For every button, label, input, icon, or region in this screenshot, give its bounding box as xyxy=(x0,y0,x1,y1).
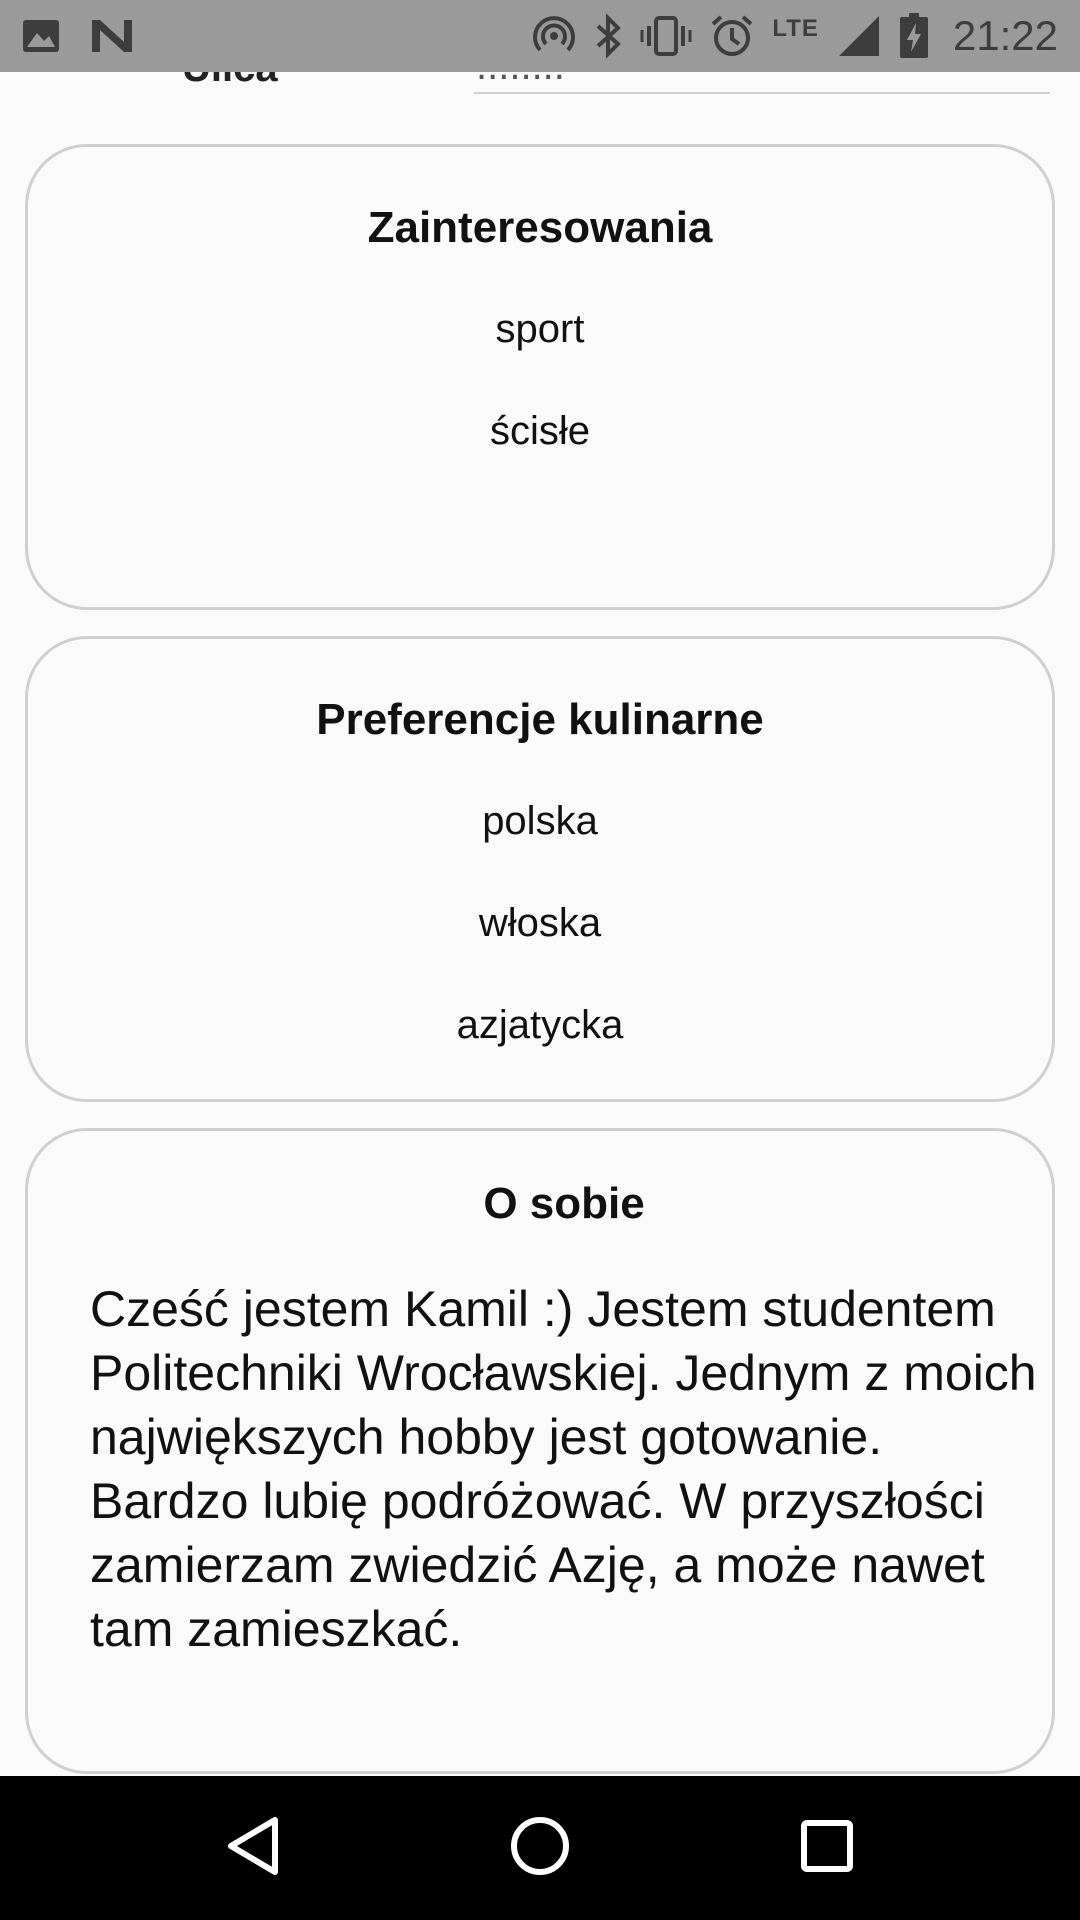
image-icon xyxy=(22,19,60,53)
n-icon xyxy=(90,18,134,54)
interests-card: Zainteresowania sport ścisłe xyxy=(25,144,1055,610)
back-button[interactable] xyxy=(193,1788,313,1908)
signal-icon xyxy=(837,14,881,58)
street-label: Ulica xyxy=(182,72,278,91)
profile-scroll-view[interactable]: Ulica ........ Zainteresowania sport ści… xyxy=(0,72,1080,1776)
street-input-underline xyxy=(474,92,1050,94)
about-me-title: O sobie xyxy=(483,1179,645,1228)
network-type: LTE xyxy=(772,15,819,42)
recents-button[interactable] xyxy=(767,1788,887,1908)
about-me-text: Cześć jestem Kamil :) Jestem studentem P… xyxy=(90,1281,1037,1657)
hotspot-icon xyxy=(532,14,576,58)
vibrate-icon xyxy=(640,14,692,58)
battery-charging-icon xyxy=(899,13,929,59)
about-me-card: O sobie Cześć jestem Kamil :) Jestem stu… xyxy=(25,1128,1055,1774)
clock: 21:22 xyxy=(952,12,1058,59)
home-icon xyxy=(508,1814,572,1883)
food-item: polska xyxy=(482,799,598,843)
interests-title: Zainteresowania xyxy=(367,203,713,252)
status-bar: LTE 21:22 xyxy=(0,0,1080,72)
food-preferences-title: Preferencje kulinarne xyxy=(316,695,764,744)
navigation-bar xyxy=(0,1776,1080,1920)
interest-item: ścisłe xyxy=(489,409,591,453)
bluetooth-icon xyxy=(594,14,622,58)
home-button[interactable] xyxy=(480,1788,600,1908)
food-item: włoska xyxy=(478,901,602,945)
food-item: azjatycka xyxy=(456,1003,624,1047)
interest-item: sport xyxy=(495,307,585,351)
food-preferences-card: Preferencje kulinarne polska włoska azja… xyxy=(25,636,1055,1102)
back-icon xyxy=(223,1814,283,1883)
recents-icon xyxy=(799,1818,855,1879)
alarm-icon xyxy=(710,14,754,58)
street-input[interactable]: ........ xyxy=(476,72,565,89)
street-field-partial: Ulica ........ xyxy=(0,72,1080,102)
